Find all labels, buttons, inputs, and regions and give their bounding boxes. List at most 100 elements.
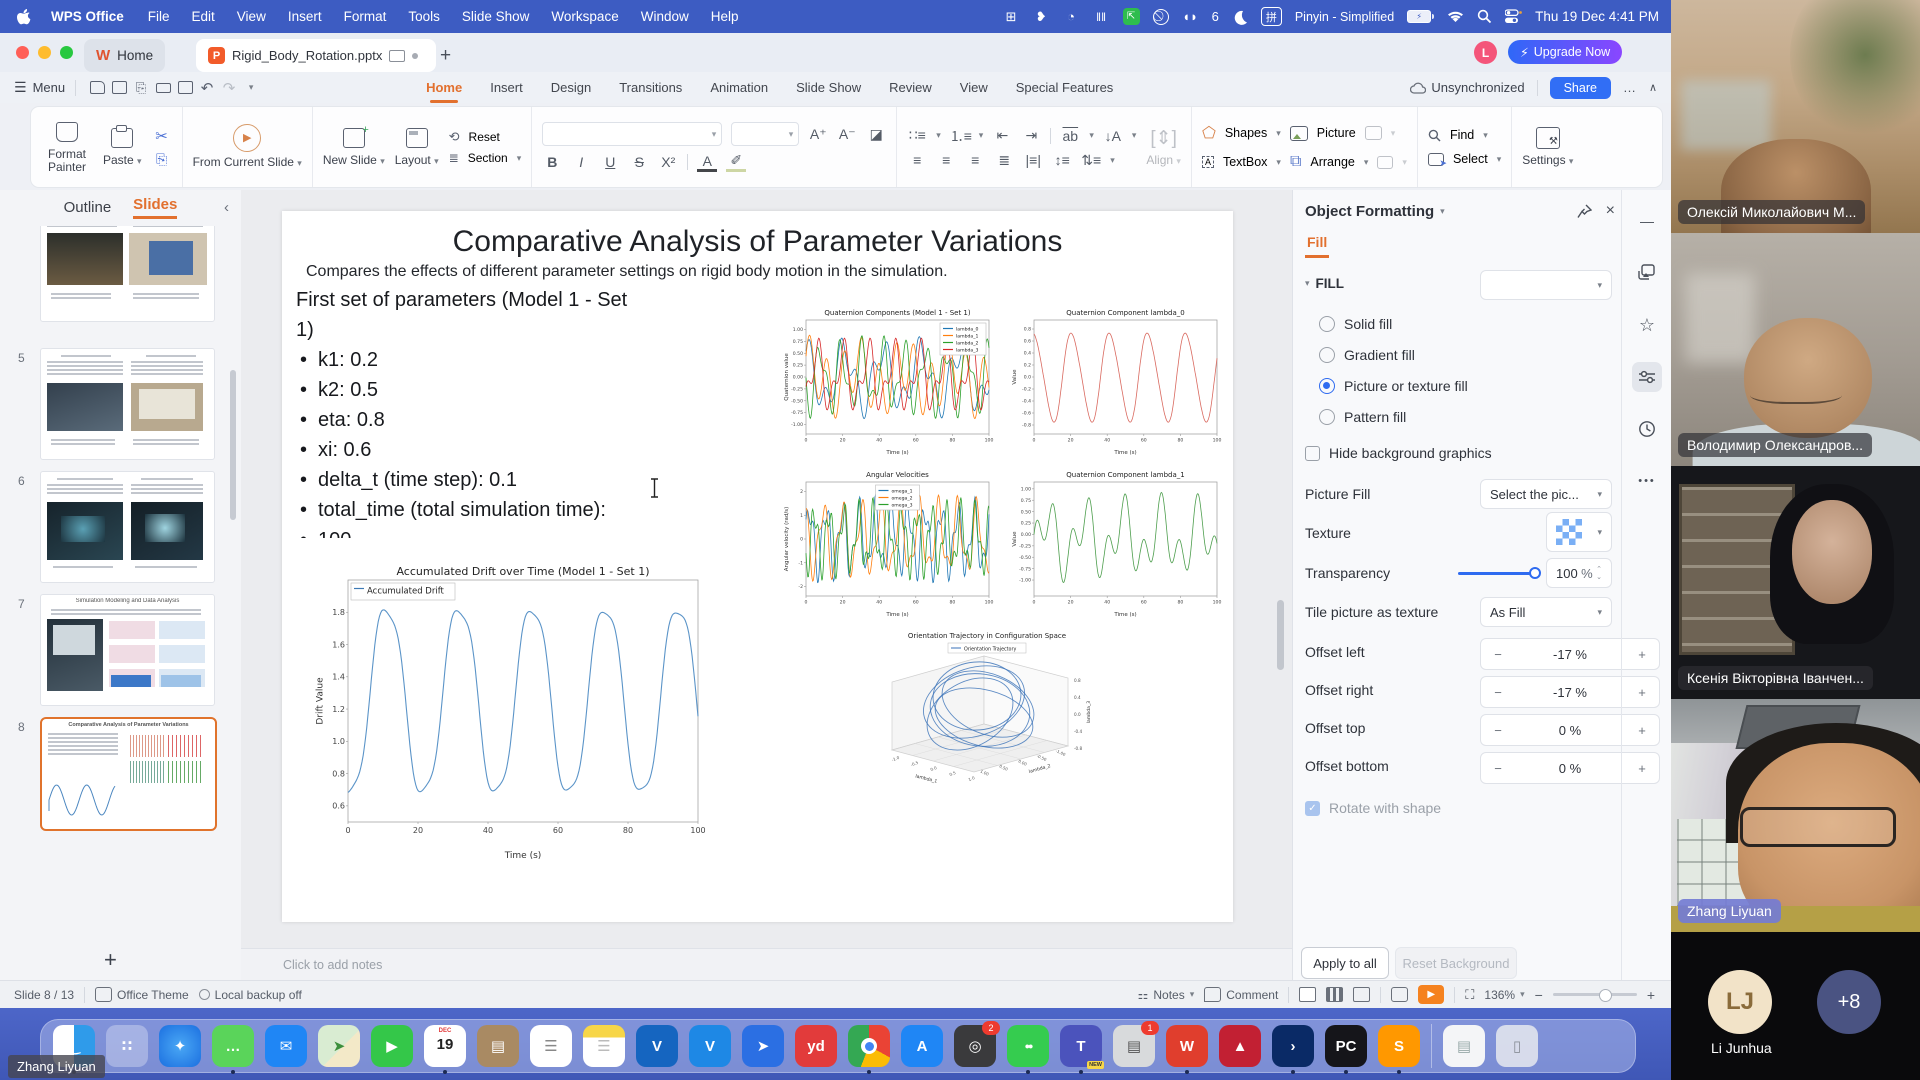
reminders-icon[interactable]: ☰ (530, 1025, 572, 1067)
ribbon-tab-design[interactable]: Design (551, 72, 591, 103)
zoom-slider[interactable] (1553, 993, 1637, 996)
reset-background-button[interactable]: Reset Background (1395, 947, 1517, 979)
zoom-level[interactable]: 136%▾ (1484, 988, 1524, 1002)
undo-icon[interactable]: ↶ (196, 78, 218, 98)
bullet-list-icon[interactable]: ∷≡ (907, 127, 927, 144)
launchpad-icon[interactable]: ∷ (106, 1025, 148, 1067)
participant-tile-1[interactable]: Олексій Миколайович М... (1671, 0, 1920, 233)
notes-icon[interactable]: ☰ (583, 1025, 625, 1067)
teams-icon[interactable]: TNEW (1060, 1025, 1102, 1067)
slideshow-play-button[interactable]: ▶ (1418, 985, 1444, 1004)
texture-select[interactable]: ▾ (1546, 512, 1612, 552)
tab-outline[interactable]: Outline (64, 199, 112, 216)
clip-icon[interactable]: ⎘ (130, 78, 152, 98)
slide-subtitle[interactable]: Compares the effects of different parame… (306, 263, 1206, 281)
mail-icon[interactable]: ✉ (265, 1025, 307, 1067)
ribbon-tab-home[interactable]: Home (426, 72, 462, 103)
screenshare-green-icon[interactable]: ⇱ (1123, 8, 1140, 25)
ribbon-tab-special-features[interactable]: Special Features (1016, 72, 1114, 103)
docs-blue2-icon[interactable]: V (689, 1025, 731, 1067)
radio-gradient-fill[interactable]: Gradient fill (1319, 347, 1415, 363)
tab-home[interactable]: W Home (84, 39, 165, 72)
menu-item-workspace[interactable]: Workspace (540, 9, 629, 24)
cloud-app-icon[interactable]: ◔ (1063, 8, 1080, 25)
sync-status[interactable]: Unsynchronized (1410, 80, 1524, 95)
normal-view-icon[interactable] (1299, 987, 1316, 1002)
close-window-button[interactable] (16, 46, 29, 59)
more-options-icon[interactable]: … (1623, 80, 1637, 95)
stepper-minus-button[interactable]: − (1481, 647, 1515, 662)
messages-icon[interactable]: … (212, 1025, 254, 1067)
zoom-in-button[interactable]: + (1647, 987, 1655, 1003)
bold-button[interactable]: B (542, 154, 562, 170)
document-icon[interactable]: ▤ (1443, 1025, 1485, 1067)
equalizer-icon[interactable]: ‖‖ (1093, 8, 1110, 25)
apply-to-all-button[interactable]: Apply to all (1301, 947, 1389, 979)
align-right-icon[interactable]: ≡ (965, 152, 985, 168)
notes-bar[interactable]: Click to add notes (241, 948, 1334, 981)
character-border-icon[interactable]: ab (1060, 128, 1080, 144)
slide-thumbnail-5[interactable] (40, 348, 215, 460)
acrobat-icon[interactable]: ▲ (1219, 1025, 1261, 1067)
decrease-font-icon[interactable]: A⁻ (837, 126, 857, 143)
line-spacing-icon[interactable]: ↕≡ (1052, 152, 1072, 168)
apple-logo-icon[interactable] (16, 8, 32, 26)
swift-bird-icon[interactable]: ❥ (1033, 8, 1050, 25)
menu-item-tools[interactable]: Tools (397, 9, 451, 24)
sidebar-scrollbar[interactable] (230, 370, 236, 520)
menu-item-slide-show[interactable]: Slide Show (451, 9, 541, 24)
ribbon-tab-slide-show[interactable]: Slide Show (796, 72, 861, 103)
account-avatar[interactable]: L (1474, 41, 1497, 64)
textbox-button[interactable]: ATextBox▾ (1202, 155, 1281, 169)
menu-item-wps-office[interactable]: WPS Office (38, 9, 137, 24)
decrease-indent-icon[interactable]: ⇤ (992, 127, 1012, 144)
contacts-icon[interactable]: ▤ (477, 1025, 519, 1067)
reset-button[interactable]: ⟲Reset (449, 129, 500, 145)
paste-button[interactable]: Paste ▾ (103, 126, 142, 168)
maps-icon[interactable]: ➤ (318, 1025, 360, 1067)
increase-font-icon[interactable]: A⁺ (808, 126, 828, 143)
text-direction-icon[interactable]: ↓A (1103, 128, 1123, 144)
printer-icon[interactable]: ▤1 (1113, 1025, 1155, 1067)
numbered-list-icon[interactable]: ⒈≡ (950, 126, 970, 146)
ribbon-tab-insert[interactable]: Insert (490, 72, 523, 103)
facetime-icon[interactable]: ▶ (371, 1025, 413, 1067)
zoom-window-button[interactable] (60, 46, 73, 59)
rotate-with-shape-checkbox[interactable]: ✓Rotate with shape (1305, 800, 1441, 816)
zoom-out-button[interactable]: − (1535, 987, 1543, 1003)
align-left-icon[interactable]: ≡ (907, 152, 927, 168)
more-panels-icon[interactable]: ••• (1632, 466, 1662, 496)
font-color-button[interactable]: A (697, 153, 717, 172)
play-settings-icon[interactable] (1391, 987, 1408, 1002)
participant-tile-4[interactable]: Zhang Liyuan (1671, 699, 1920, 932)
slide-thumbnail-4[interactable] (40, 226, 215, 322)
safari-icon[interactable]: ✦ (159, 1025, 201, 1067)
select-button[interactable]: ➤Select▾ (1428, 152, 1501, 166)
slide-thumbnail-7[interactable]: Simulation Modeling and Data Analysis (40, 594, 215, 706)
trash-icon[interactable]: ▯ (1496, 1025, 1538, 1067)
youdao-icon[interactable]: yd (795, 1025, 837, 1067)
new-tab-button[interactable]: + (428, 39, 463, 72)
radio-picture-or-texture-fill[interactable]: Picture or texture fill (1319, 378, 1468, 394)
share-button[interactable]: Share (1550, 77, 1611, 99)
docs-blue-icon[interactable]: V (636, 1025, 678, 1067)
close-panel-icon[interactable]: × (1606, 202, 1615, 220)
minimize-window-button[interactable] (38, 46, 51, 59)
office-theme-button[interactable]: Office Theme (95, 987, 189, 1002)
slide-title[interactable]: Comparative Analysis of Parameter Variat… (282, 225, 1233, 259)
ribbon-tab-animation[interactable]: Animation (710, 72, 768, 103)
control-center-icon[interactable] (1505, 9, 1522, 24)
participant-tile-2[interactable]: Володимир Олександров... (1671, 233, 1920, 466)
do-not-disturb-moon-icon[interactable] (1232, 9, 1248, 25)
save-icon[interactable] (108, 78, 130, 98)
collapse-panel-icon[interactable]: — (1632, 206, 1662, 236)
transparency-slider[interactable] (1458, 572, 1536, 575)
ribbon-tab-transitions[interactable]: Transitions (619, 72, 682, 103)
calendar-icon[interactable]: DEC19 (424, 1025, 466, 1067)
tile-picture-select[interactable]: As Fill▾ (1480, 597, 1612, 627)
zoom-slider-knob[interactable] (1599, 989, 1612, 1002)
fill-section-header[interactable]: FILL (1316, 276, 1345, 291)
print-preview-icon[interactable] (174, 78, 196, 98)
tab-slides[interactable]: Slides (133, 196, 177, 219)
object-format-icon[interactable] (1632, 362, 1662, 392)
